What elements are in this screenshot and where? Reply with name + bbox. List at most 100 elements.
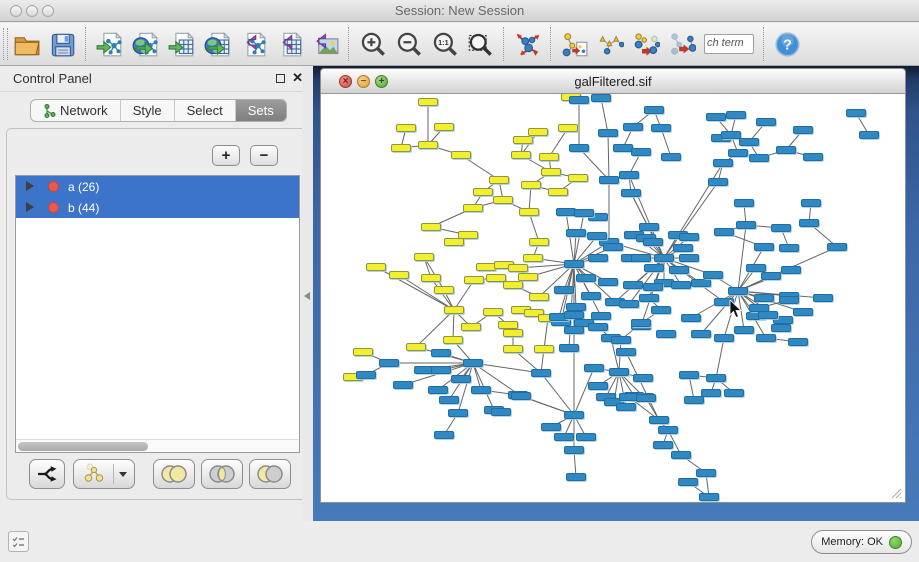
graph-node[interactable] [451, 151, 471, 159]
graph-node[interactable] [503, 329, 523, 337]
scrollbar-thumb[interactable] [18, 442, 148, 451]
graph-node[interactable] [656, 330, 676, 338]
graph-node[interactable] [651, 124, 671, 132]
export-network-button[interactable] [235, 27, 271, 61]
graph-node[interactable] [529, 293, 549, 301]
graph-node[interactable] [554, 433, 574, 441]
graph-node[interactable] [639, 223, 659, 231]
graph-node[interactable] [679, 371, 699, 379]
graph-node[interactable] [669, 266, 689, 274]
graph-node[interactable] [633, 374, 653, 382]
graph-node[interactable] [754, 243, 774, 251]
graph-node[interactable] [564, 411, 584, 419]
add-set-button[interactable]: + [212, 145, 240, 166]
graph-node[interactable] [511, 151, 531, 159]
graph-node[interactable] [451, 375, 471, 383]
graph-node[interactable] [779, 244, 799, 252]
graph-node[interactable] [739, 138, 759, 146]
graph-node[interactable] [846, 109, 866, 117]
graph-node[interactable] [631, 254, 651, 262]
graph-node[interactable] [758, 311, 778, 319]
graph-node[interactable] [521, 181, 541, 189]
graph-node[interactable] [799, 219, 819, 227]
graph-node[interactable] [761, 272, 781, 280]
graph-node[interactable] [366, 263, 386, 271]
graph-node[interactable] [559, 344, 579, 352]
create-set-from-network-button[interactable] [73, 459, 135, 489]
graph-node[interactable] [443, 336, 463, 344]
graph-node[interactable] [558, 124, 578, 132]
graph-node[interactable] [508, 264, 528, 272]
graph-node[interactable] [493, 196, 513, 204]
new-network-selected-nodes-button[interactable] [628, 27, 664, 61]
import-network-url-button[interactable] [127, 27, 163, 61]
difference-sets-button[interactable] [249, 459, 291, 489]
zoom-actual-button[interactable]: 1:1 [426, 27, 462, 61]
graph-node[interactable] [448, 409, 468, 417]
graph-node[interactable] [611, 336, 631, 344]
select-first-neighbors-button[interactable] [592, 27, 628, 61]
graph-node[interactable] [728, 149, 748, 157]
graph-node[interactable] [564, 326, 584, 334]
graph-node[interactable] [713, 159, 733, 167]
panel-splitter[interactable] [302, 66, 313, 521]
graph-node[interactable] [793, 126, 813, 134]
graph-node[interactable] [651, 306, 671, 314]
graph-node[interactable] [541, 423, 561, 431]
graph-node[interactable] [439, 396, 459, 404]
graph-node[interactable] [644, 106, 664, 114]
import-table-file-button[interactable] [163, 27, 199, 61]
graph-node[interactable] [609, 368, 629, 376]
graph-node[interactable] [728, 287, 748, 295]
graph-node[interactable] [644, 264, 664, 272]
expand-triangle-icon[interactable] [26, 202, 34, 212]
graph-node[interactable] [584, 364, 604, 372]
graph-node[interactable] [631, 319, 651, 327]
graph-node[interactable] [463, 204, 483, 212]
graph-node[interactable] [473, 188, 493, 196]
apply-layout-button[interactable] [509, 27, 545, 61]
graph-node[interactable] [756, 334, 776, 342]
new-network-from-selection-button[interactable] [556, 27, 592, 61]
graph-node[interactable] [556, 208, 576, 216]
graph-node[interactable] [691, 330, 711, 338]
memory-status-button[interactable]: Memory: OK [811, 530, 912, 554]
graph-node[interactable] [734, 326, 754, 334]
remove-set-button[interactable]: − [250, 145, 278, 166]
graph-node[interactable] [788, 338, 808, 346]
graph-node[interactable] [389, 271, 409, 279]
graph-node[interactable] [701, 389, 721, 397]
zoom-in-button[interactable] [354, 27, 390, 61]
graph-node[interactable] [779, 296, 799, 304]
graph-node[interactable] [463, 359, 483, 367]
graph-node[interactable] [803, 153, 823, 161]
graph-node[interactable] [568, 174, 588, 182]
graph-node[interactable] [678, 478, 698, 486]
graph-node[interactable] [771, 224, 791, 232]
export-image-button[interactable] [307, 27, 343, 61]
graph-node[interactable] [418, 98, 438, 106]
float-panel-icon[interactable] [276, 74, 285, 83]
zoom-out-button[interactable] [390, 27, 426, 61]
graph-node[interactable] [699, 493, 719, 501]
graph-node[interactable] [691, 279, 711, 287]
graph-node[interactable] [598, 129, 618, 137]
graph-node[interactable] [813, 294, 833, 302]
graph-node[interactable] [653, 441, 673, 449]
graph-node[interactable] [721, 131, 741, 139]
graph-node[interactable] [793, 308, 813, 316]
graph-node[interactable] [771, 324, 791, 332]
graph-node[interactable] [523, 254, 543, 262]
expand-triangle-icon[interactable] [26, 181, 34, 191]
graph-node[interactable] [471, 386, 491, 394]
graph-node[interactable] [636, 394, 656, 402]
graph-node[interactable] [776, 146, 796, 154]
graph-node[interactable] [591, 94, 611, 102]
help-button[interactable]: ? [769, 27, 805, 61]
search-input[interactable]: ch term [704, 34, 754, 54]
graph-node[interactable] [418, 141, 438, 149]
zoom-fit-selected-button[interactable] [462, 27, 498, 61]
graph-node[interactable] [564, 260, 584, 268]
task-history-button[interactable] [8, 531, 29, 552]
graph-node[interactable] [623, 123, 643, 131]
